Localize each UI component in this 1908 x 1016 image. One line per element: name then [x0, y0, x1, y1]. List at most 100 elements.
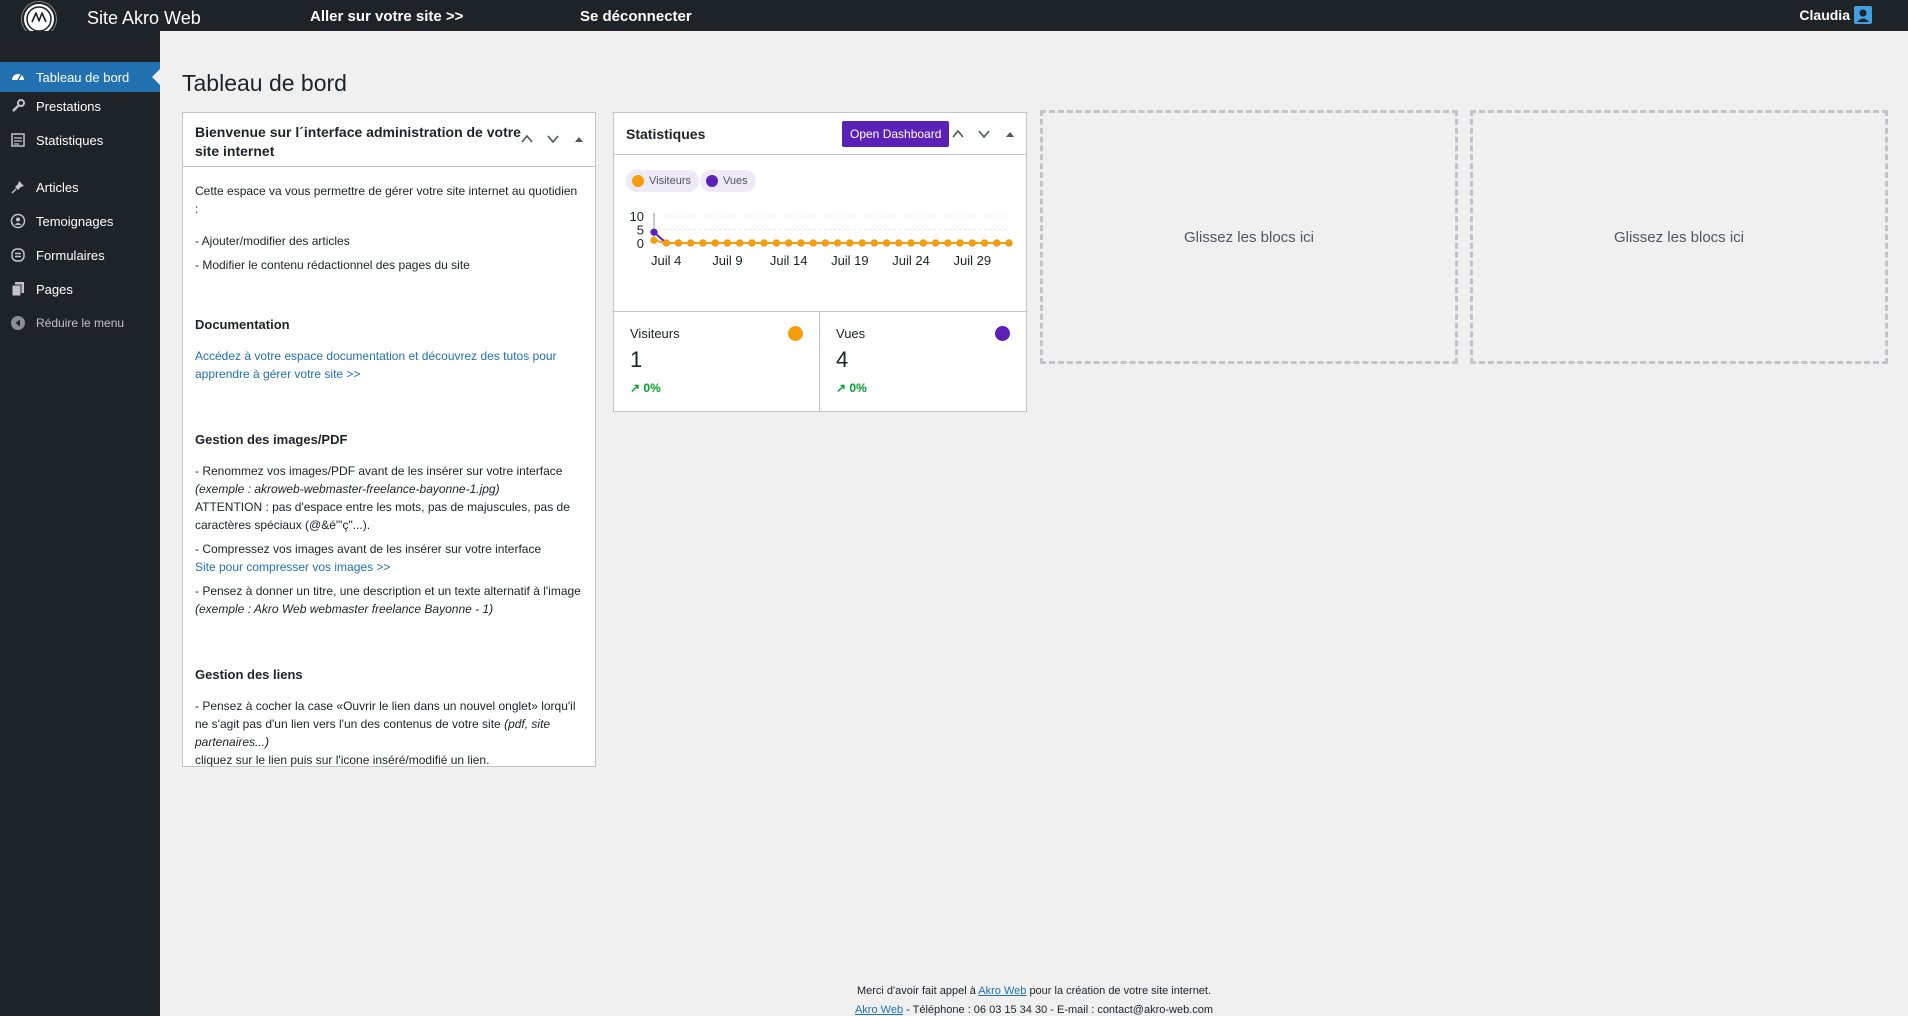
data-point-visiteurs — [956, 239, 964, 247]
collapse-menu-button[interactable]: Réduire le menu — [0, 308, 160, 338]
x-tick-label: Juil 4 — [651, 253, 681, 268]
sidebar-item-label: Temoignages — [36, 213, 114, 229]
user-name[interactable]: Claudia — [1799, 7, 1850, 23]
visitors-card: Visiteurs 1 ↗ 0% — [614, 312, 820, 412]
images-rename-label: - Renommez vos images/PDF avant de les i… — [195, 464, 563, 478]
akro-logo-icon — [26, 6, 52, 32]
data-point-vues — [650, 228, 658, 236]
views-delta-value: 0% — [849, 381, 867, 395]
visit-site-link[interactable]: Aller sur votre site >> — [310, 8, 463, 25]
sidebar-item-articles[interactable]: Articles — [0, 172, 160, 202]
data-point-visiteurs — [821, 239, 829, 247]
data-point-visiteurs — [760, 239, 768, 247]
compress-images-link[interactable]: Site pour compresser vos images >> — [195, 560, 390, 574]
toggle-panel-icon[interactable] — [1002, 126, 1018, 142]
sidebar-item-label: Tableau de bord — [36, 69, 130, 85]
data-point-visiteurs — [797, 239, 805, 247]
sidebar-item-prestations[interactable]: Prestations — [0, 91, 160, 121]
sidebar-item-statistiques[interactable]: Statistiques — [0, 125, 160, 155]
data-point-visiteurs — [846, 239, 854, 247]
links-text-2: cliquez sur le lien puis sur l'icone ins… — [195, 753, 490, 767]
data-point-visiteurs — [748, 239, 756, 247]
data-point-visiteurs — [785, 239, 793, 247]
legend-visitors-swatch — [632, 175, 644, 187]
wrench-icon — [0, 98, 36, 114]
data-point-visiteurs — [699, 239, 707, 247]
images-title-text: - Pensez à donner un titre, une descript… — [195, 582, 583, 618]
widget-controls — [950, 126, 1018, 142]
sidebar-item-label: Statistiques — [36, 132, 104, 148]
data-point-visiteurs — [736, 239, 744, 247]
data-point-visiteurs — [980, 239, 989, 247]
images-compress-text: - Compressez vos images avant de les ins… — [195, 542, 542, 556]
sidebar-item-dashboard[interactable]: Tableau de bord — [0, 62, 160, 92]
data-point-visiteurs — [650, 236, 658, 244]
logout-link[interactable]: Se déconnecter — [580, 8, 692, 25]
dropzone-label: Glissez les blocs ici — [1183, 228, 1315, 246]
testimonial-icon — [0, 213, 36, 229]
images-title-example: (exemple : Akro Web webmaster freelance … — [195, 602, 494, 616]
views-label: Vues — [836, 326, 866, 341]
series-line-visiteurs — [653, 239, 1009, 244]
footer-thanks-pre: Merci d'avoir fait appel à — [856, 985, 976, 997]
collapse-icon — [0, 315, 36, 331]
sidebar-item-label: Prestations — [36, 98, 102, 114]
open-dashboard-button[interactable]: Open Dashboard — [842, 121, 950, 147]
sidebar-item-pages[interactable]: Pages — [0, 274, 160, 304]
views-value: 4 — [836, 347, 849, 372]
footer-contact: - Téléphone : 06 03 15 34 30 - E-mail : … — [906, 1004, 1214, 1016]
footer-akro-link-2[interactable]: Akro Web — [855, 1004, 903, 1016]
sidebar-item-formulaires[interactable]: Formulaires — [0, 240, 160, 270]
toggle-panel-icon[interactable] — [571, 131, 587, 147]
dropzone-column-3[interactable]: Glissez les blocs ici — [1040, 110, 1458, 364]
move-up-icon[interactable] — [950, 126, 966, 142]
x-tick-label: Juil 14 — [770, 253, 808, 268]
site-title[interactable]: Site Akro Web — [87, 8, 201, 29]
links-text: - Pensez à cocher la case «Ouvrir le lie… — [195, 697, 583, 751]
welcome-widget-body: Cette espace va vous permettre de gérer … — [183, 167, 595, 781]
images-heading: Gestion des images/PDF — [195, 432, 348, 447]
statistics-chart: 1050Juil 4 Juil 9 Juil 14 Juil 19 Juil 24 Jui… — [630, 209, 1013, 268]
dropzone-column-4[interactable]: Glissez les blocs ici — [1470, 110, 1888, 364]
statistics-widget: Statistiques Open Dashboard Visiteurs Vu… — [613, 112, 1027, 412]
welcome-widget: Bienvenue sur l´interface administration… — [182, 112, 596, 767]
welcome-widget-title: Bienvenue sur l´interface administration… — [195, 124, 521, 159]
data-point-visiteurs — [944, 239, 952, 247]
data-point-visiteurs — [968, 239, 976, 247]
visitors-delta: ↗ 0% — [630, 381, 803, 395]
move-up-icon[interactable] — [519, 131, 535, 147]
images-rename-text: - Renommez vos images/PDF avant de les i… — [195, 462, 583, 498]
welcome-widget-header[interactable]: Bienvenue sur l´interface administration… — [183, 113, 595, 167]
data-point-visiteurs — [687, 239, 695, 247]
data-point-visiteurs — [931, 239, 940, 247]
x-tick-label: Juil 29 — [953, 253, 991, 268]
views-card: Vues 4 ↗ 0% — [820, 312, 1026, 412]
footer-akro-link[interactable]: Akro Web — [978, 985, 1026, 997]
images-title-label: - Pensez à donner un titre, une descript… — [195, 584, 581, 598]
move-down-icon[interactable] — [545, 131, 561, 147]
admin-sidebar: Tableau de bord Prestations Statistiques… — [0, 31, 160, 1016]
data-point-visiteurs — [993, 239, 1001, 247]
data-point-visiteurs — [919, 239, 927, 247]
visitors-label: Visiteurs — [630, 326, 680, 341]
sidebar-item-label: Réduire le menu — [36, 316, 125, 330]
move-down-icon[interactable] — [976, 126, 992, 142]
visitors-delta-value: 0% — [643, 381, 661, 395]
sidebar-item-label: Articles — [36, 179, 79, 195]
welcome-intro: Cette espace va vous permettre de gérer … — [195, 184, 578, 216]
user-avatar-icon[interactable] — [1854, 6, 1872, 24]
legend-visitors[interactable]: Visiteurs — [626, 170, 699, 192]
views-color-dot — [995, 326, 1010, 341]
widget-controls — [519, 131, 587, 147]
visitors-value: 1 — [630, 347, 643, 372]
pin-icon — [0, 179, 36, 195]
series-line-vues — [653, 231, 1009, 244]
data-point-visiteurs — [1005, 239, 1013, 247]
x-tick-label: Juil 19 — [831, 253, 869, 268]
trend-up-icon: ↗ — [630, 381, 641, 395]
legend-views-swatch — [706, 175, 718, 187]
legend-views[interactable]: Vues — [700, 170, 756, 192]
documentation-link[interactable]: Accédez à votre espace documentation et … — [195, 349, 557, 381]
sidebar-item-temoignages[interactable]: Temoignages — [0, 206, 160, 236]
statistics-widget-header[interactable]: Statistiques Open Dashboard — [614, 113, 1026, 155]
